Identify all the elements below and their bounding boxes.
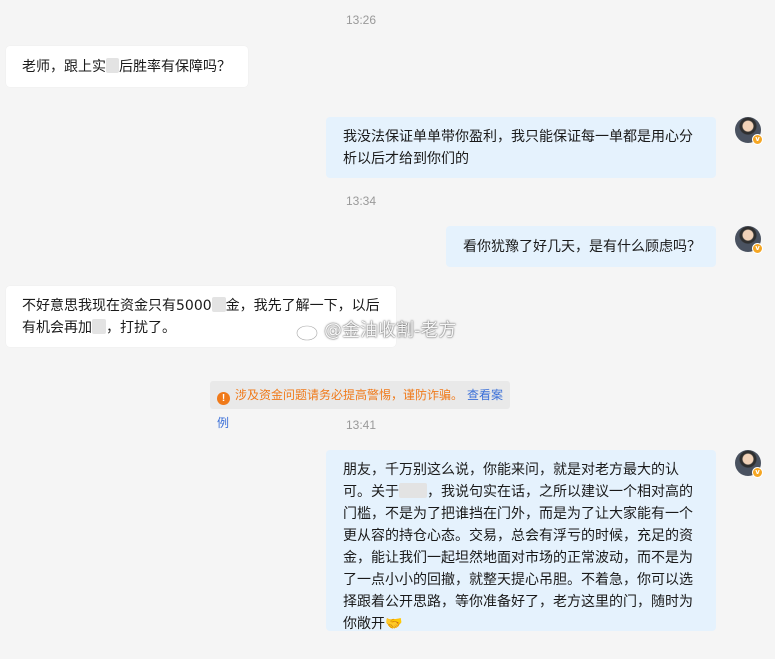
message-text-line: 不好意思我现在资金只有5000 金，我先了解一下，以后 — [22, 297, 380, 314]
verified-badge-icon: v — [752, 134, 763, 145]
redacted-blur — [399, 483, 427, 498]
message-text: 看你犹豫了好几天，是有什么顾虑吗？ — [463, 239, 701, 255]
avatar[interactable]: v — [735, 226, 763, 254]
message-text-line: 你敞开🤝 — [343, 616, 403, 632]
redacted-blur — [92, 319, 106, 334]
message-bubble-outgoing[interactable]: 朋友，千万别这么说，你能来问，就是对老方最大的认 可。关于 ，我说句实在话，之所以… — [326, 450, 716, 632]
avatar[interactable]: v — [735, 450, 763, 478]
handshake-emoji: 🤝 — [385, 616, 403, 632]
message-text-line: 我没法保证单单带你盈利，我只能保证每一单都是用心分 — [343, 129, 693, 145]
message-text: 老师，跟上实 后胜率有保障吗？ — [22, 58, 231, 75]
watermark: @金油收割-老方 — [296, 316, 457, 342]
verified-badge-icon: v — [752, 467, 763, 478]
message-text-line: 门槛，不是为了把谁挡在门外，而是为了让大家能有一个 — [343, 506, 693, 522]
avatar[interactable]: v — [735, 117, 763, 145]
message-bubble-outgoing[interactable]: 我没法保证单单带你盈利，我只能保证每一单都是用心分 析以后才给到你们的 — [326, 117, 716, 178]
warning-icon: ! — [217, 392, 230, 405]
notice-text: 涉及资金问题请务必提高警惕，谨防诈骗。 — [235, 388, 464, 402]
redacted-blur — [211, 297, 226, 312]
verified-badge-icon: v — [752, 243, 763, 254]
weibo-icon — [296, 321, 321, 341]
timestamp: 13:26 — [345, 13, 377, 27]
message-bubble-incoming[interactable]: 老师，跟上实 后胜率有保障吗？ — [6, 46, 248, 87]
message-text-line: 朋友，千万别这么说，你能来问，就是对老方最大的认 — [343, 462, 679, 478]
redacted-blur — [106, 58, 119, 73]
message-text-line: 择跟着公开思路，等你准备好了，老方这里的门，随时为 — [343, 594, 693, 610]
message-text-line: 可。关于 ，我说句实在话，之所以建议一个相对高的 — [343, 483, 693, 500]
message-text-line: 更从容的持仓心态。交易，总会有浮亏的时候，充足的资 — [343, 528, 693, 544]
message-text-line: 金，能让我们一起坦然地面对市场的正常波动，而不是为 — [343, 550, 693, 566]
message-text-line: 了一点小小的回撤，就整天提心吊胆。不着急，你可以选 — [343, 572, 693, 588]
timestamp: 13:34 — [345, 194, 377, 208]
message-text-line: 析以后才给到你们的 — [343, 151, 469, 167]
fraud-warning-notice: ! 涉及资金问题请务必提高警惕，谨防诈骗。 查看案例 — [210, 381, 510, 430]
message-bubble-outgoing[interactable]: 看你犹豫了好几天，是有什么顾虑吗？ — [446, 226, 716, 267]
timestamp: 13:41 — [345, 418, 377, 432]
